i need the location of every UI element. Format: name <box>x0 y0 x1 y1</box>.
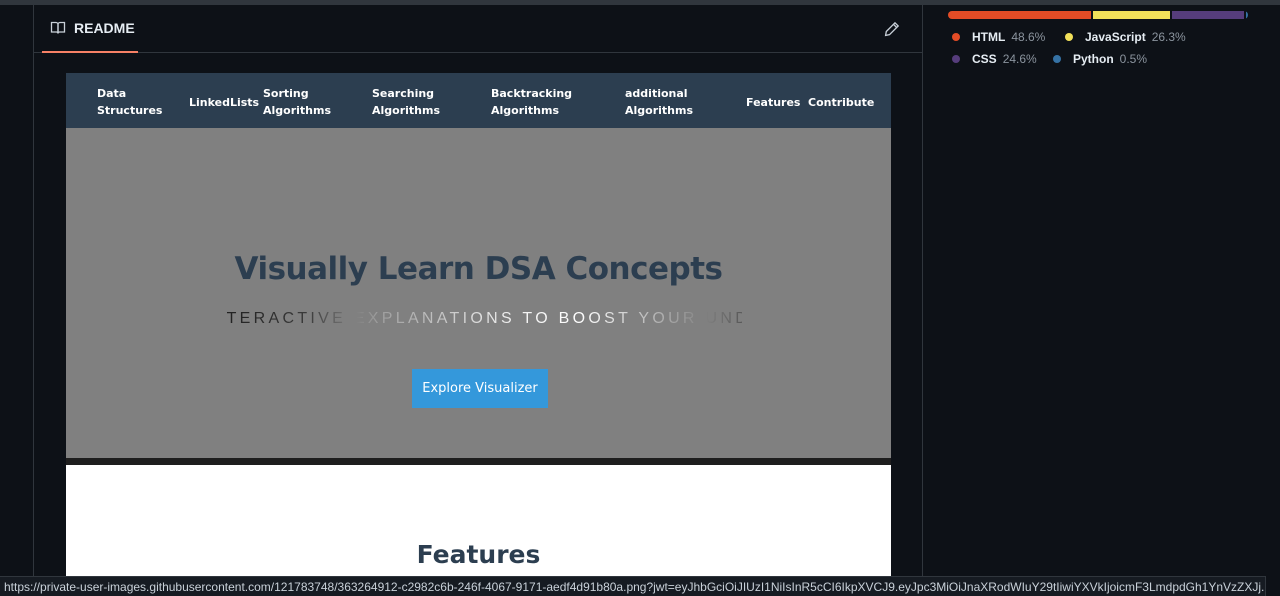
nav-sorting-algorithms: Sorting Algorithms <box>263 87 332 117</box>
readme-header: README <box>34 5 922 53</box>
nav-data-structures: Data Structures <box>97 87 163 117</box>
hero-section: Visually Learn DSA Concepts INTERACTIVE … <box>66 128 891 458</box>
nav-additional-algorithms: additional Algorithms <box>625 87 694 117</box>
language-name: HTML <box>972 30 1006 44</box>
language-dot-icon <box>952 55 960 63</box>
language-bar-segment-python <box>1246 11 1248 19</box>
language-percent: 0.5% <box>1119 52 1148 66</box>
pencil-icon[interactable] <box>884 21 900 37</box>
readme-tab-label: README <box>74 20 135 36</box>
language-item-javascript[interactable]: JavaScript 26.3% <box>1065 30 1186 44</box>
language-bar <box>948 11 1248 19</box>
hero-subtitle: INTERACTIVE EXPLANATIONS TO BOOST YOUR U… <box>224 310 742 328</box>
readme-tab[interactable]: README <box>42 5 138 53</box>
nav-features: Features <box>746 96 801 109</box>
language-percent: 48.6% <box>1011 30 1046 44</box>
language-item-html[interactable]: HTML 48.6% <box>952 30 1045 44</box>
language-dot-icon <box>1053 55 1061 63</box>
language-dot-icon <box>952 33 960 41</box>
language-name: CSS <box>972 52 997 66</box>
hero-title: Visually Learn DSA Concepts <box>234 251 723 287</box>
language-name: Python <box>1073 52 1114 66</box>
language-name: JavaScript <box>1085 30 1146 44</box>
language-item-css[interactable]: CSS 24.6% <box>952 52 1037 66</box>
nav-contribute: Contribute <box>808 96 875 109</box>
nav-backtracking-algorithms: Backtracking Algorithms <box>491 87 573 117</box>
language-bar-segment-javascript <box>1092 11 1170 19</box>
site-navbar: Data Structures LinkedLists Sorting Algo… <box>66 73 891 128</box>
readme-panel: README Data Structures LinkedLists Sorti… <box>33 5 923 596</box>
readme-screenshot-image[interactable]: Data Structures LinkedLists Sorting Algo… <box>66 73 891 596</box>
status-bar-link-preview: https://private-user-images.githubuserco… <box>0 576 1266 596</box>
hero-divider <box>66 458 891 465</box>
language-bar-segment-css <box>1171 11 1244 19</box>
language-bar-segment-html <box>948 11 1091 19</box>
features-title: Features <box>416 540 541 569</box>
book-icon <box>50 20 66 36</box>
explore-visualizer-button: Explore Visualizer <box>412 369 548 408</box>
nav-searching-algorithms: Searching Algorithms <box>372 87 441 117</box>
language-percent: 26.3% <box>1151 30 1186 44</box>
nav-linkedlists: LinkedLists <box>189 96 260 109</box>
language-percent: 24.6% <box>1002 52 1037 66</box>
hero-subtitle-mask: INTERACTIVE EXPLANATIONS TO BOOST YOUR U… <box>224 310 742 330</box>
language-item-python[interactable]: Python 0.5% <box>1053 52 1147 66</box>
language-dot-icon <box>1065 33 1073 41</box>
